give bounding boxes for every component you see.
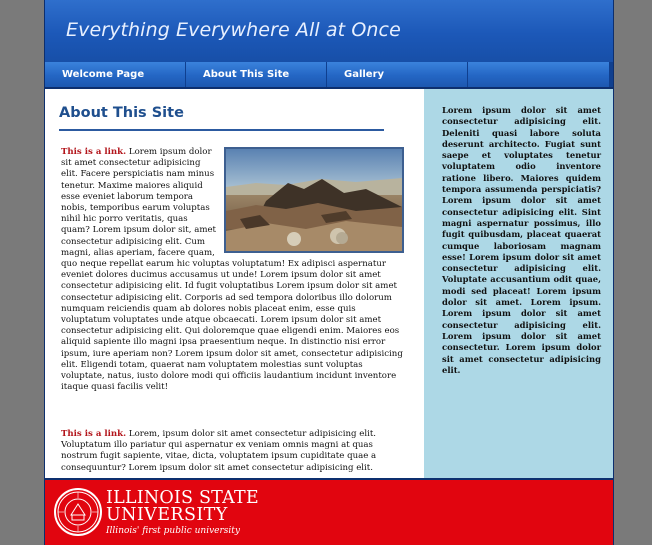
nav-about-this-site[interactable]: About This Site xyxy=(186,62,326,87)
site-title: Everything Everywhere All at Once xyxy=(66,19,401,41)
page-heading: About This Site xyxy=(59,105,184,121)
nav-welcome-page[interactable]: Welcome Page xyxy=(45,62,185,87)
content-paragraph: This is a link. Lorem ipsum dolor sit am… xyxy=(61,147,404,393)
main-content: About This Site This is a link. Lorem ip… xyxy=(45,89,424,478)
main-nav: Welcome Page About This Site Gallery xyxy=(45,62,613,87)
university-seal-icon[interactable] xyxy=(54,488,102,536)
heading-divider xyxy=(59,129,384,131)
university-wordmark[interactable]: ILLINOIS STATE UNIVERSITY Illinois' firs… xyxy=(106,489,259,537)
nav-gallery[interactable]: Gallery xyxy=(327,62,467,87)
inline-link[interactable]: This is a link. xyxy=(61,147,126,157)
content-paragraph: This is a link. Lorem, ipsum dolor sit a… xyxy=(61,429,404,474)
site-footer: ILLINOIS STATE UNIVERSITY Illinois' firs… xyxy=(45,480,613,545)
sidebar-text: Lorem ipsum dolor sit amet consectetur a… xyxy=(442,105,601,375)
sidebar: Lorem ipsum dolor sit amet consectetur a… xyxy=(424,89,613,478)
inline-link[interactable]: This is a link. xyxy=(61,429,126,439)
university-name-line2: UNIVERSITY xyxy=(106,505,228,525)
page-frame: Everything Everywhere All at Once Welcom… xyxy=(44,0,614,545)
university-tagline: Illinois' first public university xyxy=(106,526,240,536)
nav-empty-tab[interactable] xyxy=(468,62,609,87)
site-banner: Everything Everywhere All at Once xyxy=(45,0,613,62)
landscape-photo xyxy=(224,147,404,253)
